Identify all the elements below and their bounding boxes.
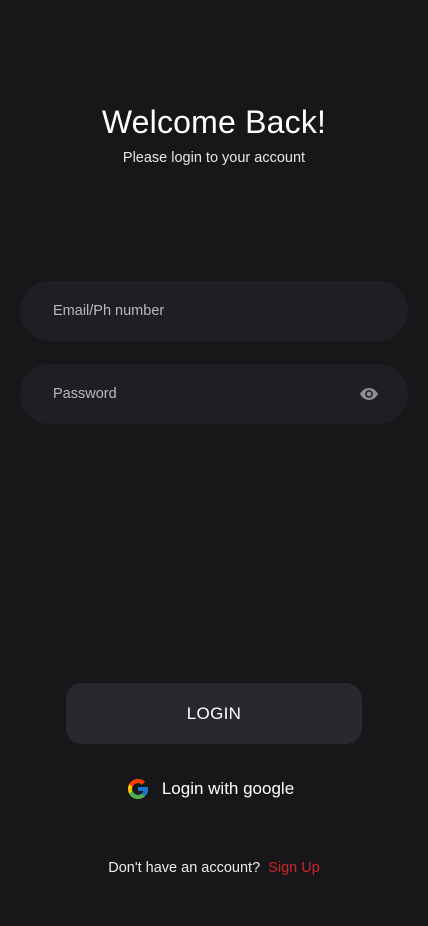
google-login-button[interactable]: Login with google (0, 772, 428, 806)
password-field[interactable] (53, 364, 343, 424)
page-subtitle: Please login to your account (122, 150, 306, 166)
google-login-label: Login with google (161, 779, 295, 798)
login-button[interactable]: LOGIN (66, 683, 362, 744)
email-field[interactable] (53, 281, 343, 341)
signup-prompt-text: Don't have an account? (108, 860, 261, 876)
page-title: Welcome Back! (101, 104, 327, 140)
password-field-container[interactable] (20, 364, 408, 424)
eye-icon[interactable] (359, 385, 379, 403)
login-button-label: LOGIN (186, 703, 242, 723)
signup-link[interactable]: Sign Up (268, 860, 320, 876)
email-field-container[interactable] (20, 281, 408, 341)
google-icon (126, 777, 150, 801)
signup-prompt: Don't have an account? Sign Up (0, 860, 428, 876)
